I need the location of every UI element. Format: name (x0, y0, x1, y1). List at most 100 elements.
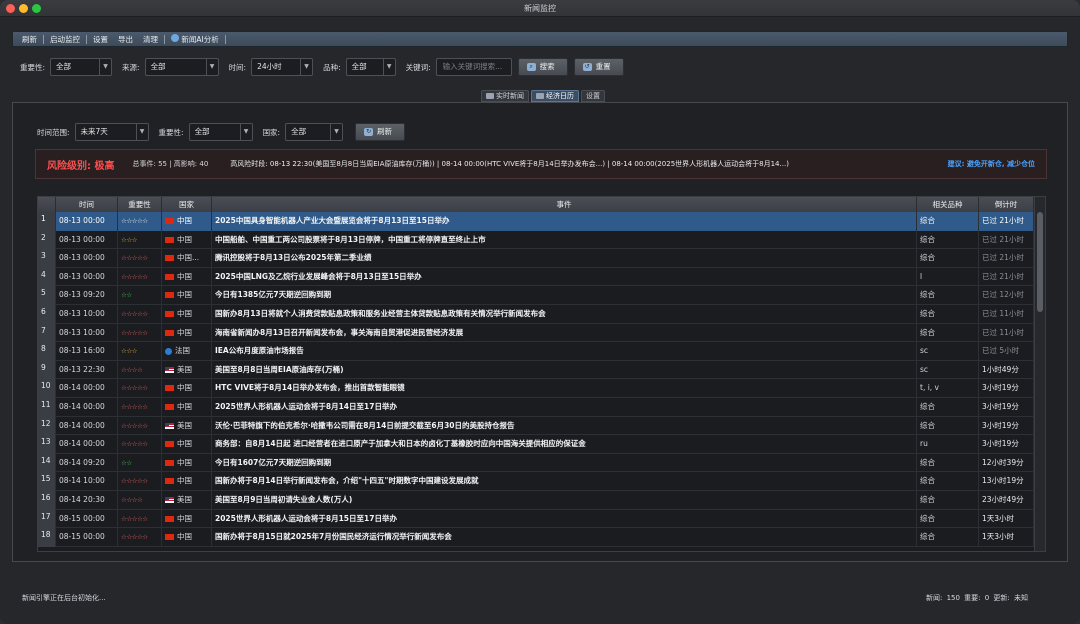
country-cell: 中国 (162, 267, 212, 287)
vertical-scrollbar[interactable] (1034, 197, 1045, 551)
minimize-window-button[interactable] (19, 4, 28, 13)
country-label: 中国 (177, 234, 192, 244)
col-event[interactable]: 事件 (212, 197, 917, 212)
table-row[interactable]: 12 08-14 00:00 ☆☆☆☆☆ 美国 沃伦·巴菲特旗下的伯克希尔·哈撒韦公司需… (38, 416, 1034, 436)
table-row[interactable]: 2 08-13 00:00 ☆☆☆ 中国 中国船舶、中国重工两公司股票将于8月13日停牌… (38, 230, 1034, 250)
cal-importance-select[interactable]: 全部 ▼ (188, 123, 253, 141)
col-time[interactable]: 时间 (56, 197, 118, 212)
table-row[interactable]: 3 08-13 00:00 ☆☆☆☆☆ 中国... 腾讯控股将于8月13日公布2025年… (38, 249, 1034, 268)
close-window-button[interactable] (6, 4, 15, 13)
table-row[interactable]: 16 08-14 20:30 ☆☆☆☆ 美国 美国至8月9日当周初请失业金人数(万人) 综… (38, 491, 1034, 510)
country-cell: 中国 (162, 212, 212, 231)
reset-button[interactable]: ↺ 重置 (573, 58, 624, 76)
event-text: 沃伦·巴菲特旗下的伯克希尔·哈撒韦公司需在8月14日前提交截至6月30日的美股持… (215, 420, 515, 430)
chevron-down-icon: ▼ (330, 124, 342, 140)
table-row[interactable]: 10 08-14 00:00 ☆☆☆☆☆ 中国 HTC VIVE将于8月14日举办发布会… (38, 379, 1034, 398)
col-importance[interactable]: 重要性 (118, 197, 162, 212)
variety-cell: 综合 (917, 472, 979, 491)
time-value: 24小时 (257, 62, 282, 71)
calendar-refresh-button[interactable]: ↻ 刷新 (355, 123, 406, 141)
variety-cell: ru (917, 435, 979, 454)
globe-icon (165, 347, 172, 355)
event-cell: 2025中国LNG及乙烷行业发展峰会将于8月13日至15日举办 (212, 267, 917, 287)
countdown-cell: 3小时19分 (979, 379, 1034, 398)
importance-stars: ☆☆☆☆☆ (118, 305, 162, 324)
country-select[interactable]: 全部 ▼ (285, 123, 344, 141)
export-menu[interactable]: 导出 (113, 34, 138, 45)
importance-value: 全部 (56, 62, 72, 71)
country-label: 中国 (177, 532, 192, 542)
row-number: 10 (38, 379, 56, 398)
cn-flag-icon (165, 515, 174, 522)
importance-stars: ☆☆☆ (118, 230, 162, 250)
table-row[interactable]: 18 08-15 00:00 ☆☆☆☆☆ 中国 国新办将于8月15日就2025年7月份国… (38, 528, 1034, 547)
country-label: 法国 (175, 346, 190, 356)
table-row[interactable]: 14 08-14 09:20 ☆☆ 中国 今日有1607亿元7天期逆回购到期 综合 12小时… (38, 453, 1034, 473)
importance-stars: ☆☆ (118, 453, 162, 473)
col-country[interactable]: 国家 (162, 197, 212, 212)
countdown-cell: 1天3小时 (979, 528, 1034, 547)
table-row[interactable]: 15 08-14 10:00 ☆☆☆☆☆ 中国 国新办将于8月14日举行新闻发布会，介绍… (38, 472, 1034, 491)
table-row[interactable]: 8 08-13 16:00 ☆☆☆ 法国 IEA公布月度原油市场报告 sc 已过 5小时 (38, 342, 1034, 361)
table-row[interactable]: 13 08-14 00:00 ☆☆☆☆☆ 中国 商务部：自8月14日起 进口经营者在进口… (38, 435, 1034, 454)
zoom-window-button[interactable] (32, 4, 41, 13)
event-text: 今日有1385亿元7天期逆回购到期 (215, 290, 332, 300)
time-select[interactable]: 24小时 ▼ (251, 58, 314, 76)
importance-stars: ☆☆☆☆☆ (118, 249, 162, 268)
variety-value: 全部 (351, 62, 367, 71)
variety-select[interactable]: 全部 ▼ (345, 58, 396, 76)
time-cell: 08-13 00:00 (56, 230, 118, 250)
tab-settings[interactable]: 设置 (581, 90, 605, 102)
tab-economic-calendar[interactable]: 经济日历 (531, 90, 579, 102)
table-row[interactable]: 9 08-13 22:30 ☆☆☆☆ 美国 美国至8月8日当周EIA原油库存(万桶) sc… (38, 360, 1034, 380)
event-cell: 沃伦·巴菲特旗下的伯克希尔·哈撒韦公司需在8月14日前提交截至6月30日的美股持… (212, 416, 917, 436)
news-icon (486, 93, 494, 99)
time-cell: 08-13 16:00 (56, 342, 118, 361)
event-cell: 2025世界人形机器人运动会将于8月15日至17日举办 (212, 509, 917, 529)
country-label: 中国 (177, 402, 192, 411)
start-monitor-menu[interactable]: 启动监控 (45, 34, 85, 45)
event-text: 商务部：自8月14日起 进口经营者在进口原产于加拿大和日本的卤化丁基橡胶时应向中… (215, 439, 586, 449)
importance-stars: ☆☆☆☆☆ (118, 212, 162, 231)
table-row[interactable]: 6 08-13 10:00 ☆☆☆☆☆ 中国 国新办8月13日将就个人消费贷款贴息政策和… (38, 305, 1034, 324)
table-row[interactable]: 17 08-15 00:00 ☆☆☆☆☆ 中国 2025世界人形机器人运动会将于8月15… (38, 509, 1034, 529)
table-row[interactable]: 11 08-14 00:00 ☆☆☆☆☆ 中国 2025世界人形机器人运动会将于8月14… (38, 398, 1034, 417)
settings-menu[interactable]: 设置 (88, 34, 113, 45)
row-number: 9 (38, 360, 56, 380)
event-text: 腾讯控股将于8月13日公布2025年第二季业绩 (215, 253, 372, 263)
table-row[interactable]: 7 08-13 10:00 ☆☆☆☆☆ 中国 海南省新闻办8月13日召开新闻发布会，事关… (38, 323, 1034, 343)
table-row[interactable]: 4 08-13 00:00 ☆☆☆☆☆ 中国 2025中国LNG及乙烷行业发展峰会将于8… (38, 267, 1034, 287)
countdown-cell: 已过 12小时 (979, 286, 1034, 305)
importance-stars: ☆☆☆☆☆ (118, 416, 162, 436)
tab-bar: 实时新闻 经济日历 设置 (481, 90, 605, 102)
cn-flag-icon (165, 311, 174, 317)
table-row[interactable]: 5 08-13 09:20 ☆☆ 中国 今日有1385亿元7天期逆回购到期 综合 已过 12… (38, 286, 1034, 305)
time-cell: 08-13 22:30 (56, 360, 118, 380)
refresh-label: 刷新 (377, 127, 393, 136)
country-cell: 中国 (162, 509, 212, 529)
importance-select[interactable]: 全部 ▼ (50, 58, 113, 76)
cn-flag-icon (165, 441, 174, 448)
tab-realtime-news[interactable]: 实时新闻 (481, 90, 529, 102)
col-countdown[interactable]: 倒计时 (979, 197, 1034, 212)
source-select[interactable]: 全部 ▼ (144, 58, 219, 76)
range-select[interactable]: 未来7天 ▼ (74, 123, 149, 141)
table-row[interactable]: 1 08-13 00:00 ☆☆☆☆☆ 中国 2025中国具身智能机器人产业大会暨展览会… (38, 212, 1034, 231)
country-label: 中国 (177, 513, 192, 523)
event-text: HTC VIVE将于8月14日举办发布会，推出首款智能眼镜 (215, 383, 405, 393)
col-variety[interactable]: 相关品种 (917, 197, 979, 212)
event-cell: 今日有1385亿元7天期逆回购到期 (212, 286, 917, 305)
time-cell: 08-14 00:00 (56, 379, 118, 398)
refresh-menu[interactable]: 刷新 (17, 34, 42, 45)
keyword-input[interactable]: 输入关键词搜索... (435, 58, 512, 76)
ai-analysis-menu[interactable]: 新闻AI分析 (166, 33, 224, 45)
chevron-down-icon: ▼ (239, 124, 252, 140)
scrollbar-thumb[interactable] (1037, 212, 1043, 312)
country-cell: 中国 (162, 453, 212, 473)
row-number: 17 (38, 509, 56, 529)
search-button[interactable]: ⌕ 搜索 (517, 58, 568, 76)
clean-menu[interactable]: 清理 (138, 34, 163, 45)
variety-cell: 综合 (917, 212, 979, 231)
row-number: 8 (38, 342, 56, 361)
keyword-label: 关键词: (405, 62, 431, 72)
